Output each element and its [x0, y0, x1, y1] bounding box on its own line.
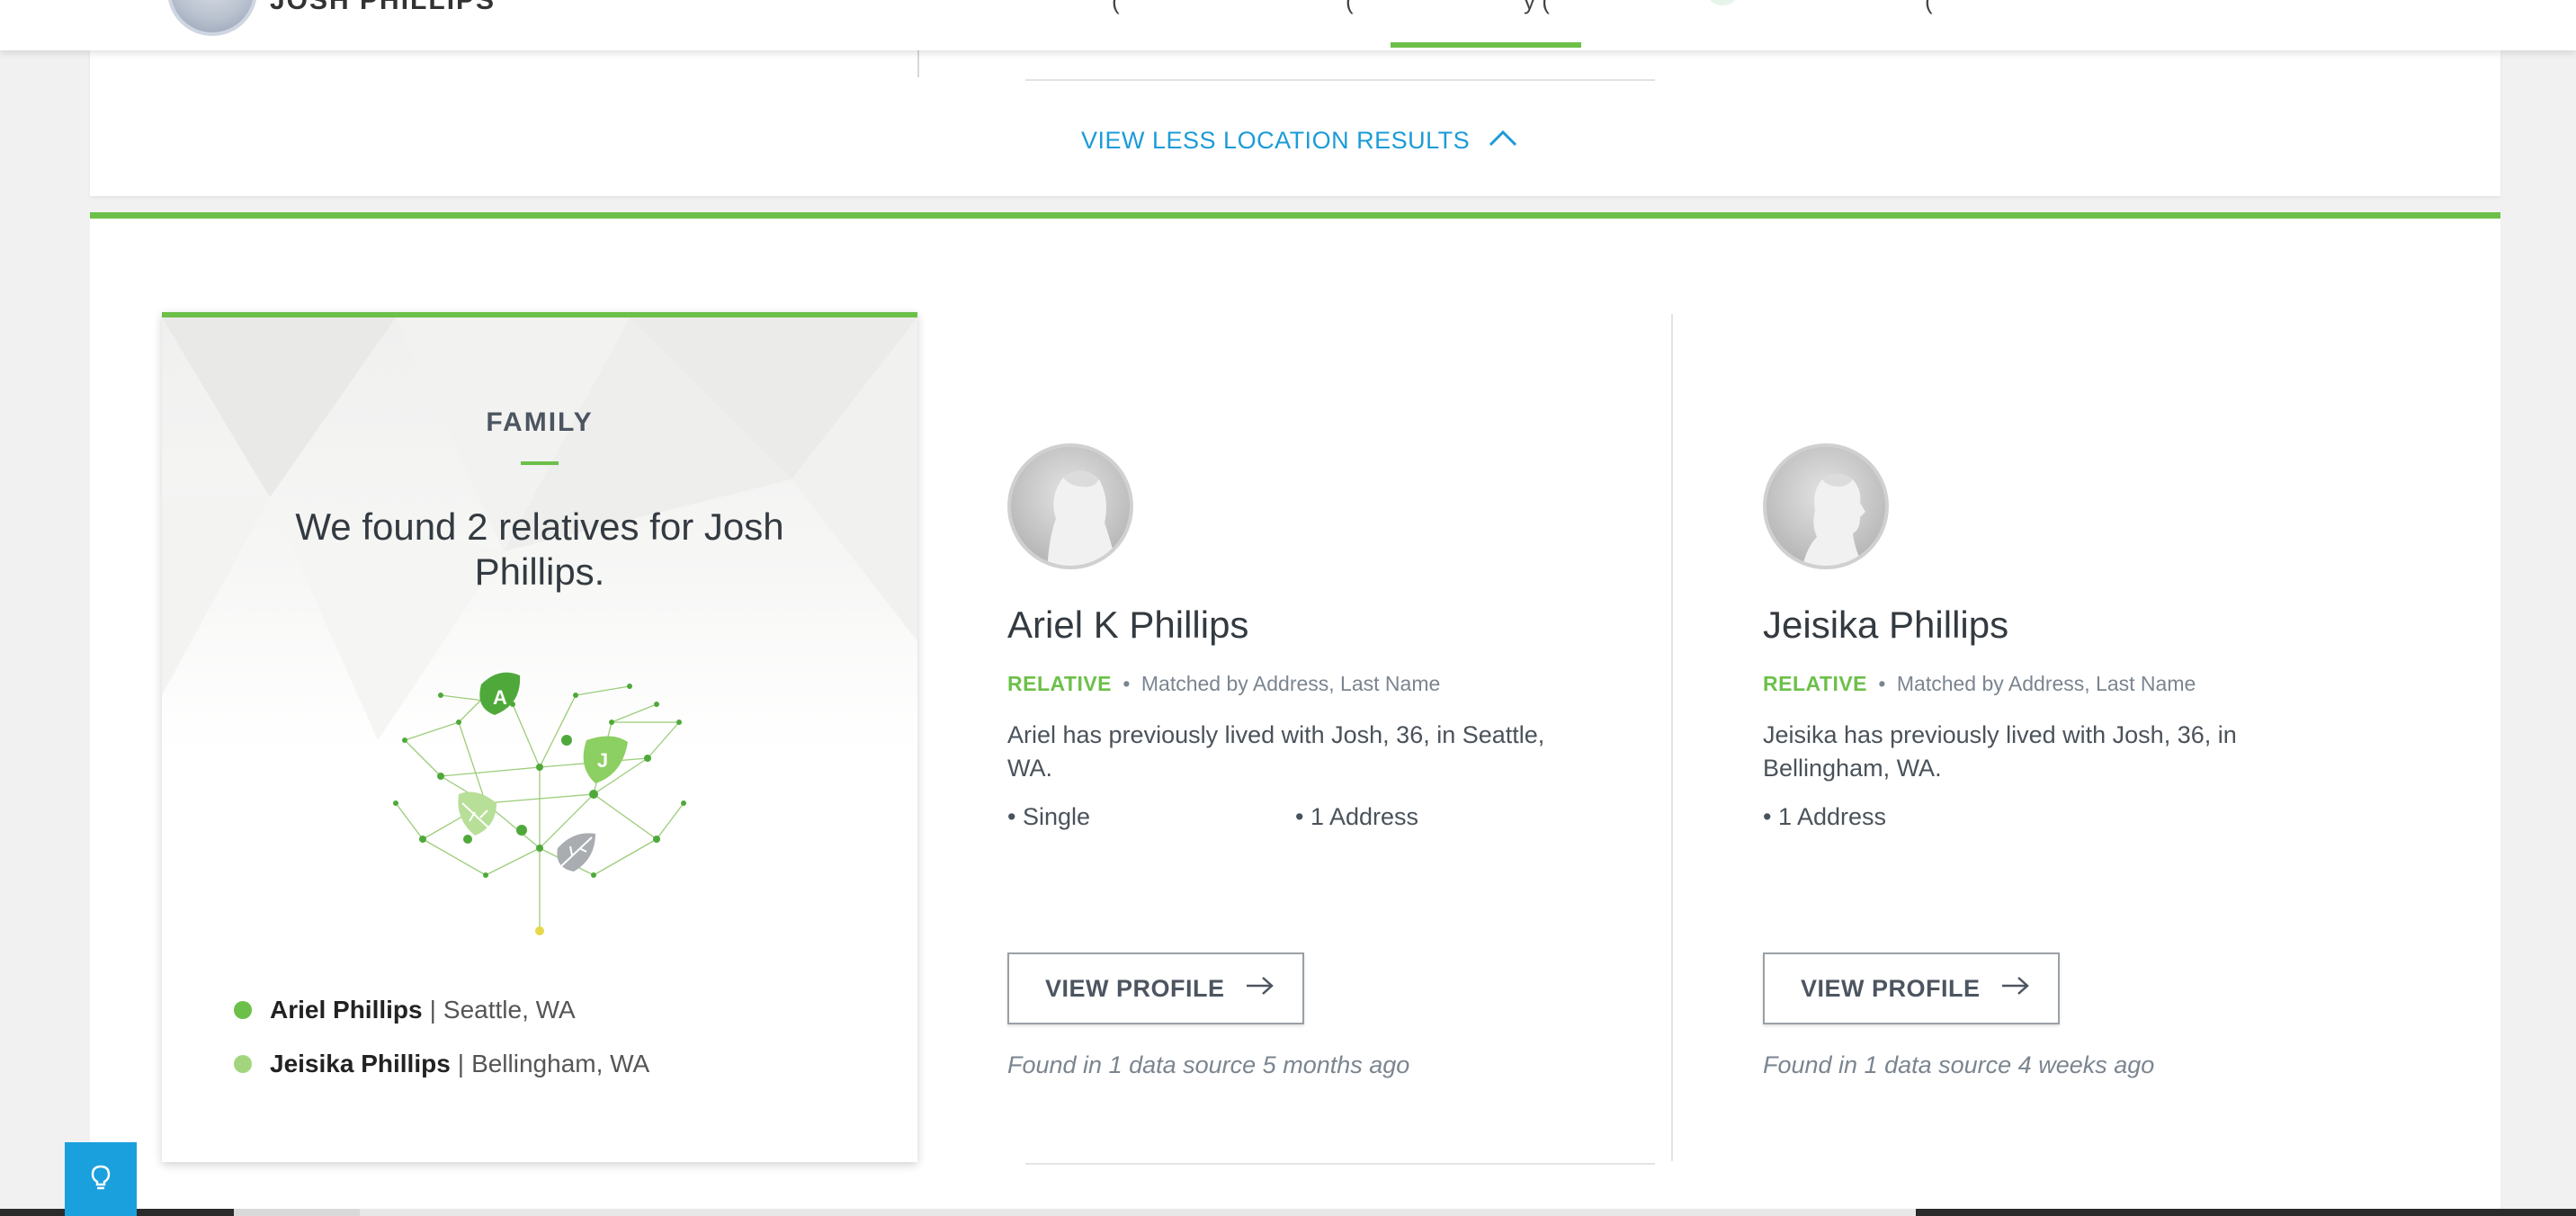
leaf-label-a: A	[493, 686, 507, 709]
taskbar-segment	[234, 1209, 360, 1216]
title-underline	[521, 461, 559, 465]
person-name[interactable]: Jeisika Phillips	[1763, 604, 2008, 647]
column-divider	[1671, 314, 1673, 1161]
profile-name: JOSH PHILLIPS	[270, 0, 496, 15]
relative-item[interactable]: Jeisika Phillips | Bellingham, WA	[234, 1037, 863, 1091]
taskbar-segment	[360, 1209, 1916, 1216]
avatar-female-icon	[1007, 443, 1133, 569]
relative-item[interactable]: Ariel Phillips | Seattle, WA	[234, 983, 863, 1037]
view-less-locations-link[interactable]: VIEW LESS LOCATION RESULTS	[1081, 122, 1518, 158]
profile-avatar	[167, 0, 257, 36]
family-tree-graphic: A J	[387, 668, 693, 938]
view-less-label: VIEW LESS LOCATION RESULTS	[1081, 126, 1471, 154]
location-results-panel: VIEW LESS LOCATION RESULTS	[90, 50, 2500, 196]
person-facts: • Single • 1 Address	[1007, 803, 1637, 839]
button-label: VIEW PROFILE	[1801, 974, 1981, 1002]
separator: |	[429, 996, 436, 1024]
divider	[1025, 79, 1655, 81]
relative-card-ariel: Ariel K Phillips RELATIVE • Matched by A…	[1007, 443, 1691, 1181]
match-reason: Matched by Address, Last Name	[1140, 672, 1441, 695]
chevron-up-icon	[1488, 127, 1518, 155]
tab-family-active[interactable]: y (	[1524, 0, 1550, 14]
leaf-label-j: J	[597, 749, 608, 772]
tab-stub[interactable]: (	[1112, 0, 1120, 14]
lightbulb-icon	[89, 1164, 112, 1195]
fact-item: • 1 Address	[1763, 803, 1887, 830]
avatar-male-icon	[1763, 443, 1889, 569]
view-profile-button[interactable]: VIEW PROFILE	[1763, 952, 2060, 1024]
family-section: FAMILY We found 2 relatives for Josh Phi…	[90, 212, 2500, 1216]
person-meta: RELATIVE • Matched by Address, Last Name	[1007, 672, 1440, 696]
person-facts: • 1 Address	[1763, 803, 2393, 839]
relative-card-jeisika: Jeisika Phillips RELATIVE • Matched by A…	[1763, 443, 2446, 1181]
separator: |	[457, 1050, 465, 1077]
relation-tag: RELATIVE	[1007, 672, 1113, 695]
top-header: JOSH PHILLIPS ( ( y ( (	[0, 0, 2576, 50]
fact-item: • 1 Address	[1295, 803, 1419, 830]
data-source-note: Found in 1 data source 4 weeks ago	[1763, 1051, 2155, 1078]
person-description: Jeisika has previously lived with Josh, …	[1763, 721, 2237, 782]
arrow-right-icon	[2000, 975, 2031, 1003]
tab-icon[interactable]	[1709, 0, 1736, 5]
person-description: Ariel has previously lived with Josh, 36…	[1007, 721, 1545, 782]
person-meta: RELATIVE • Matched by Address, Last Name	[1763, 672, 2196, 696]
tips-button[interactable]	[65, 1142, 137, 1216]
tab-stub[interactable]: (	[1346, 0, 1354, 14]
relative-color-dot	[234, 1055, 252, 1073]
family-summary-card: FAMILY We found 2 relatives for Josh Phi…	[162, 312, 917, 1162]
match-reason: Matched by Address, Last Name	[1896, 672, 2196, 695]
relatives-list: Ariel Phillips | Seattle, WA Jeisika Phi…	[234, 983, 863, 1091]
arrow-right-icon	[1245, 975, 1275, 1003]
divider	[1025, 1163, 1655, 1165]
data-source-note: Found in 1 data source 5 months ago	[1007, 1051, 1410, 1078]
fact-item: • Single	[1007, 803, 1091, 830]
view-profile-button[interactable]: VIEW PROFILE	[1007, 952, 1304, 1024]
person-name[interactable]: Ariel K Phillips	[1007, 604, 1248, 647]
family-title: FAMILY	[486, 407, 594, 437]
family-headline: We found 2 relatives for Josh Phillips.	[295, 505, 784, 593]
bullet: •	[1123, 672, 1131, 695]
relative-name: Jeisika Phillips	[270, 1050, 451, 1077]
relation-tag: RELATIVE	[1763, 672, 1868, 695]
os-taskbar-strip	[0, 1209, 2576, 1216]
tab-stub[interactable]: (	[1925, 0, 1933, 14]
active-tab-underline	[1391, 42, 1581, 48]
relative-color-dot	[234, 1001, 252, 1019]
bullet: •	[1878, 672, 1886, 695]
relative-location: Seattle, WA	[443, 996, 576, 1024]
relative-name: Ariel Phillips	[270, 996, 423, 1024]
divider	[917, 50, 919, 77]
button-label: VIEW PROFILE	[1045, 974, 1225, 1002]
relative-location: Bellingham, WA	[471, 1050, 650, 1077]
